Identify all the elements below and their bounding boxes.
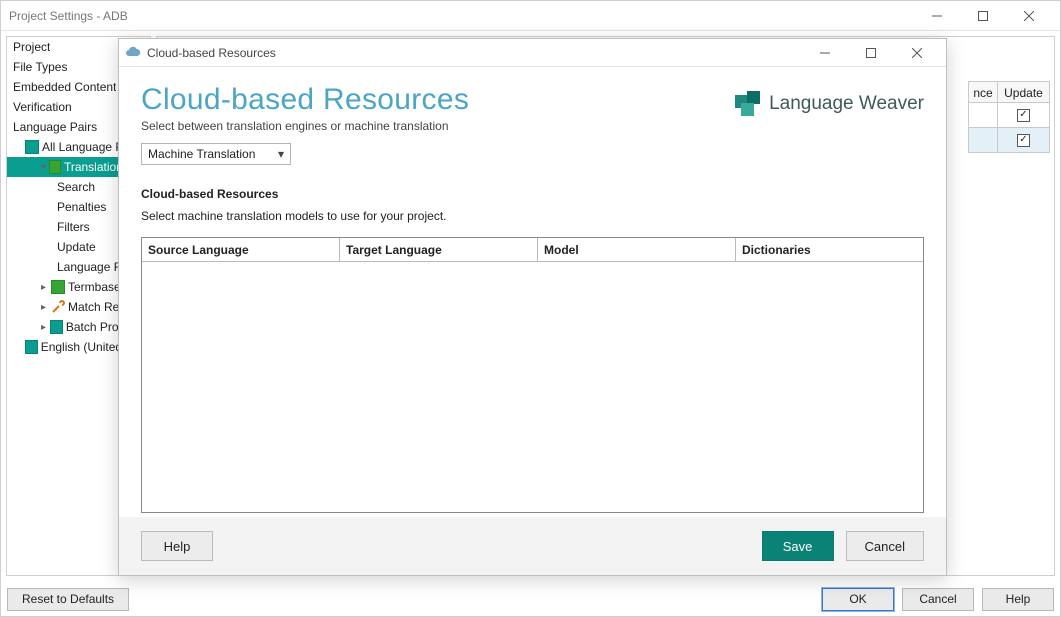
grid-header-target[interactable]: Target Language — [340, 238, 538, 262]
batch-icon — [50, 320, 63, 334]
dialog-body: Cloud-based Resources Select between tra… — [119, 67, 946, 517]
parent-window-controls — [914, 2, 1052, 30]
dialog-subtitle: Select between translation engines or ma… — [141, 119, 735, 133]
parent-title: Project Settings - ADB — [9, 9, 914, 23]
dialog-heading: Cloud-based Resources — [141, 83, 735, 117]
tm-cell — [968, 128, 998, 153]
termbase-icon — [51, 280, 65, 294]
tm-header-update: Update — [998, 81, 1050, 103]
dialog-footer: Help Save Cancel — [119, 517, 946, 575]
tm-cell-update — [998, 128, 1050, 153]
expander-icon[interactable]: ▸ — [41, 302, 51, 313]
section-desc: Select machine translation models to use… — [141, 209, 924, 223]
checkbox-icon[interactable] — [1017, 109, 1030, 122]
dialog-cancel-button[interactable]: Cancel — [846, 531, 924, 561]
language-weaver-mark-icon — [735, 91, 761, 117]
maximize-icon[interactable] — [960, 2, 1006, 30]
language-weaver-logo: Language Weaver — [735, 91, 924, 117]
section-title: Cloud-based Resources — [141, 187, 924, 201]
tm-row[interactable] — [968, 128, 1050, 153]
models-grid[interactable]: Source Language Target Language Model Di… — [141, 237, 924, 513]
models-grid-header: Source Language Target Language Model Di… — [142, 238, 923, 262]
reset-defaults-button[interactable]: Reset to Defaults — [7, 588, 129, 611]
expander-icon[interactable]: ▸ — [41, 282, 51, 293]
tm-cell — [968, 103, 998, 128]
tm-row[interactable] — [968, 103, 1050, 128]
engine-select-value: Machine Translation — [148, 147, 255, 161]
checkbox-icon[interactable] — [1017, 134, 1030, 147]
minimize-icon[interactable] — [802, 39, 848, 67]
language-pairs-icon — [25, 140, 39, 154]
expander-icon[interactable]: ▸ — [41, 322, 50, 333]
close-icon[interactable] — [894, 39, 940, 67]
expander-icon[interactable]: ▾ — [41, 162, 49, 173]
chevron-down-icon: ▾ — [278, 147, 284, 161]
tm-icon — [49, 160, 61, 174]
help-button[interactable]: Help — [982, 588, 1054, 611]
parent-titlebar: Project Settings - ADB — [1, 1, 1060, 31]
engine-select[interactable]: Machine Translation ▾ — [141, 143, 291, 165]
cancel-button[interactable]: Cancel — [902, 588, 974, 611]
language-icon — [25, 340, 38, 354]
language-weaver-text: Language Weaver — [769, 93, 924, 115]
dialog-help-button[interactable]: Help — [141, 531, 213, 561]
save-button[interactable]: Save — [762, 531, 834, 561]
cloud-icon — [125, 45, 141, 61]
dialog-window-controls — [802, 39, 940, 67]
close-icon[interactable] — [1006, 2, 1052, 30]
cloud-resources-dialog: Cloud-based Resources Cloud-based Resour… — [118, 38, 947, 576]
minimize-icon[interactable] — [914, 2, 960, 30]
dialog-titlebar: Cloud-based Resources — [119, 39, 946, 67]
maximize-icon[interactable] — [848, 39, 894, 67]
dialog-header-row: Cloud-based Resources Select between tra… — [141, 77, 924, 165]
ok-button[interactable]: OK — [822, 588, 894, 611]
tm-table-header: nce Update — [968, 81, 1050, 103]
grid-header-model[interactable]: Model — [538, 238, 736, 262]
grid-header-source[interactable]: Source Language — [142, 238, 340, 262]
dialog-title: Cloud-based Resources — [147, 46, 802, 60]
parent-footer: Reset to Defaults OK Cancel Help — [1, 582, 1060, 616]
tm-header-partial: nce — [968, 81, 998, 103]
grid-header-dict[interactable]: Dictionaries — [736, 238, 923, 262]
wrench-icon — [51, 300, 65, 314]
tm-cell-update — [998, 103, 1050, 128]
